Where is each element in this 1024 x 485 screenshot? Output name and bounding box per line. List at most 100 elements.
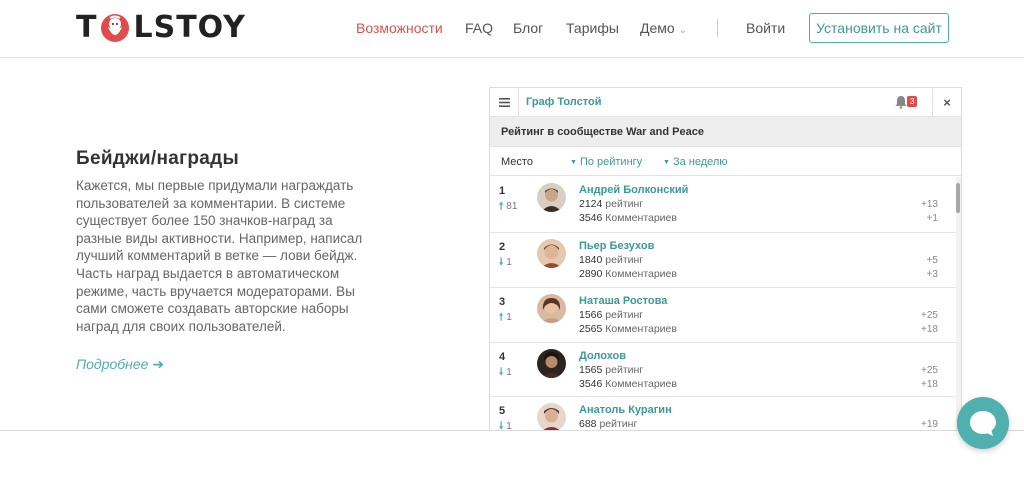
user-name[interactable]: Андрей Болконский bbox=[579, 184, 688, 196]
rating-delta: +19 bbox=[921, 419, 938, 430]
rank-number: 1 bbox=[499, 185, 506, 197]
user-comments: 3546 Комментариев bbox=[579, 212, 677, 224]
nav-pricing[interactable]: Тарифы bbox=[566, 20, 619, 36]
rank-change-value: 1 bbox=[506, 257, 512, 268]
user-name[interactable]: Наташа Ростова bbox=[579, 295, 667, 307]
rating-label: рейтинг bbox=[599, 418, 638, 430]
comments-label: Комментариев bbox=[605, 378, 677, 390]
rating-value: 1840 bbox=[579, 254, 603, 266]
avatar[interactable] bbox=[537, 294, 566, 323]
list-item[interactable]: 5 🠗 1 Анатоль Курагин 688 рейтинг +19 bbox=[490, 397, 956, 430]
notification-badge: 3 bbox=[907, 96, 918, 107]
chevron-down-icon: ⌄ bbox=[678, 25, 688, 36]
list-item[interactable]: 2 🠗 1 Пьер Безухов 1840 рейтинг 2890 Комм… bbox=[490, 233, 956, 288]
comments-label: Комментариев bbox=[605, 268, 677, 280]
user-comments: 2890 Комментариев bbox=[579, 268, 677, 280]
sort-select-label: По рейтингу bbox=[579, 156, 643, 168]
rank-change-value: 81 bbox=[506, 201, 518, 212]
user-rating: 1565 рейтинг bbox=[579, 364, 643, 376]
user-name[interactable]: Долохов bbox=[579, 350, 626, 362]
scrollbar-thumb[interactable] bbox=[956, 183, 960, 213]
rating-value: 688 bbox=[579, 418, 597, 430]
avatar[interactable] bbox=[537, 403, 566, 430]
rating-label: рейтинг bbox=[605, 198, 644, 210]
widget-topbar: Граф Толстой 3 × bbox=[490, 88, 961, 117]
logo[interactable]: T LSTOY bbox=[76, 10, 246, 46]
rank-change: 🠗 1 bbox=[499, 365, 512, 382]
avatar[interactable] bbox=[537, 183, 566, 212]
rank-number: 2 bbox=[499, 241, 506, 253]
comments-value: 3546 bbox=[579, 212, 603, 224]
logo-text: LSTOY bbox=[133, 10, 246, 45]
rating-value: 1566 bbox=[579, 309, 603, 321]
logo-letter-t: T bbox=[76, 10, 98, 45]
rating-label: рейтинг bbox=[605, 364, 644, 376]
list-item[interactable]: 1 🠕 81 Андрей Болконский 2124 рейтинг 354… bbox=[490, 177, 956, 233]
install-button[interactable]: Установить на сайт bbox=[809, 13, 949, 43]
arrow-up-icon: 🠕 bbox=[499, 312, 504, 323]
nav-demo[interactable]: Демо ⌄ bbox=[640, 20, 687, 39]
rank-change: 🠕 1 bbox=[499, 310, 512, 327]
sort-select[interactable]: ▼ По рейтингу bbox=[570, 156, 642, 168]
rating-delta: +5 bbox=[926, 255, 938, 266]
rank-number: 5 bbox=[499, 405, 506, 417]
user-rating: 1840 рейтинг bbox=[579, 254, 643, 266]
user-comments: 2565 Комментариев bbox=[579, 323, 677, 335]
nav-faq[interactable]: FAQ bbox=[465, 20, 493, 36]
rating-value: 1565 bbox=[579, 364, 603, 376]
arrow-right-icon: ➜ bbox=[152, 356, 165, 372]
tolstoy-beard-icon bbox=[100, 13, 130, 43]
user-rating: 1566 рейтинг bbox=[579, 309, 643, 321]
bell-icon[interactable] bbox=[894, 95, 908, 109]
rating-label: рейтинг bbox=[605, 309, 644, 321]
user-name[interactable]: Пьер Безухов bbox=[579, 240, 654, 252]
more-link[interactable]: Подробнее ➜ bbox=[76, 356, 164, 373]
avatar[interactable] bbox=[537, 239, 566, 268]
list-item[interactable]: 4 🠗 1 Долохов 1565 рейтинг 3546 Комментар… bbox=[490, 343, 956, 397]
chat-button[interactable] bbox=[957, 397, 1009, 449]
comments-value: 2565 bbox=[579, 323, 603, 335]
chat-bubble-icon bbox=[970, 411, 996, 436]
community-title: Рейтинг в сообществе War and Peace bbox=[501, 126, 704, 138]
nav-blog[interactable]: Блог bbox=[513, 20, 543, 36]
rating-value: 2124 bbox=[579, 198, 603, 210]
scrollbar[interactable] bbox=[956, 177, 961, 430]
rating-delta: +25 bbox=[921, 365, 938, 376]
rank-number: 3 bbox=[499, 296, 506, 308]
caret-down-icon: ▼ bbox=[663, 159, 670, 166]
comments-label: Комментариев bbox=[605, 212, 677, 224]
nav-demo-label: Демо bbox=[640, 20, 675, 36]
period-select[interactable]: ▼ За неделю bbox=[663, 156, 728, 168]
nav-features[interactable]: Возможности bbox=[356, 20, 443, 36]
list-item[interactable]: 3 🠕 1 Наташа Ростова 1566 рейтинг 2565 Ко… bbox=[490, 288, 956, 343]
rating-delta: +13 bbox=[921, 199, 938, 210]
period-select-label: За неделю bbox=[672, 156, 728, 168]
arrow-up-icon: 🠕 bbox=[499, 201, 504, 212]
comments-label: Комментариев bbox=[605, 323, 677, 335]
close-icon[interactable]: × bbox=[932, 88, 961, 117]
more-link-label: Подробнее bbox=[76, 356, 149, 372]
feature-description: Кажется, мы первые придумали награждать … bbox=[76, 178, 363, 334]
user-name[interactable]: Анатоль Курагин bbox=[579, 404, 672, 416]
user-comments: 3546 Комментариев bbox=[579, 378, 677, 390]
avatar[interactable] bbox=[537, 349, 566, 378]
rating-delta: +25 bbox=[921, 310, 938, 321]
user-rating: 688 рейтинг bbox=[579, 418, 637, 430]
login-link[interactable]: Войти bbox=[746, 20, 785, 36]
arrow-down-icon: 🠗 bbox=[499, 257, 504, 268]
comments-delta: +18 bbox=[921, 379, 938, 390]
widget-user-name[interactable]: Граф Толстой bbox=[526, 96, 602, 108]
comments-delta: +18 bbox=[921, 324, 938, 335]
comments-value: 2890 bbox=[579, 268, 603, 280]
user-rating: 2124 рейтинг bbox=[579, 198, 643, 210]
menu-icon[interactable] bbox=[490, 88, 519, 117]
rating-label: рейтинг bbox=[605, 254, 644, 266]
site-header: T LSTOY Возможности FAQ Блог Тарифы Демо… bbox=[0, 0, 1024, 58]
caret-down-icon: ▼ bbox=[570, 159, 577, 166]
filters-bar: Место ▼ По рейтингу ▼ За неделю bbox=[490, 148, 961, 176]
rank-change: 🠕 81 bbox=[499, 199, 517, 216]
arrow-down-icon: 🠗 bbox=[499, 367, 504, 378]
section-divider bbox=[0, 430, 1024, 431]
community-header: Рейтинг в сообществе War and Peace bbox=[490, 117, 961, 147]
feature-title: Бейджи/награды bbox=[76, 148, 240, 169]
